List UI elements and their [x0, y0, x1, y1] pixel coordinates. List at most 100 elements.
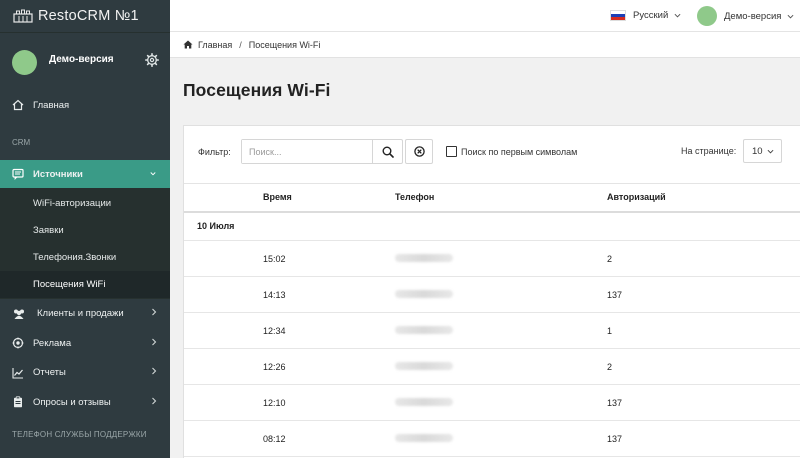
- per-page-select[interactable]: 10: [743, 139, 782, 163]
- per-page-label: На странице:: [681, 146, 737, 156]
- column-header-phone[interactable]: Телефон: [395, 183, 607, 213]
- sidebar-item-surveys[interactable]: Опросы и отзывы: [0, 388, 170, 418]
- search-input[interactable]: [242, 140, 372, 163]
- table-row[interactable]: 12:34 1: [184, 312, 800, 349]
- cell-time: 14:13: [263, 276, 395, 313]
- russia-flag-icon: [610, 10, 626, 21]
- first-chars-checkbox-group[interactable]: Поиск по первым символам: [446, 146, 577, 157]
- phone-redacted: [395, 253, 453, 262]
- sidebar-item-label: Главная: [33, 99, 70, 111]
- first-chars-label: Поиск по первым символам: [461, 146, 578, 157]
- cell-time: 12:10: [263, 384, 395, 421]
- sidebar-item-reports[interactable]: Отчеты: [0, 358, 170, 388]
- clear-filter-button[interactable]: [405, 139, 433, 164]
- app-logo[interactable]: RestoCRM №1: [0, 0, 170, 33]
- breadcrumb-current: Посещения Wi-Fi: [248, 39, 321, 50]
- sidebar-subitem-wifi-visits[interactable]: Посещения WiFi: [0, 271, 170, 298]
- table-row[interactable]: 08:12 137: [184, 420, 800, 457]
- sidebar-subitem-wifi-auth[interactable]: WiFi-авторизации: [0, 190, 170, 217]
- table-row[interactable]: 12:26 2: [184, 348, 800, 385]
- clear-icon: [413, 146, 425, 157]
- sidebar-item-label: Клиенты и продажи: [37, 308, 124, 320]
- sidebar-subitem-requests[interactable]: Заявки: [0, 217, 170, 244]
- sidebar-item-clients[interactable]: Клиенты и продажи: [0, 299, 170, 329]
- chevron-right-icon: [152, 308, 157, 316]
- table-header-spacer: [184, 183, 263, 213]
- sidebar-subitem-telephony[interactable]: Телефония.Звонки: [0, 244, 170, 271]
- search-button[interactable]: [372, 140, 402, 163]
- phone-redacted: [395, 325, 453, 334]
- cell-time: 12:26: [263, 348, 395, 385]
- sidebar-item-label: Опросы и отзывы: [33, 396, 111, 408]
- first-chars-checkbox[interactable]: [446, 146, 457, 157]
- sidebar-item-sources[interactable]: Источники: [0, 160, 170, 188]
- support-phone-label: ТЕЛЕФОН СЛУЖБЫ ПОДДЕРЖКИ: [12, 430, 147, 439]
- table-row[interactable]: 15:02 2: [184, 240, 800, 277]
- cell-auth: 137: [607, 384, 800, 421]
- cell-time: 15:02: [263, 240, 395, 277]
- chevron-right-icon: [152, 367, 157, 375]
- cell-auth: 137: [607, 276, 800, 313]
- search-box: [241, 139, 403, 164]
- cell-auth: 1: [607, 312, 800, 349]
- sidebar-item-ads[interactable]: Реклама: [0, 329, 170, 359]
- visits-table: Время Телефон Авторизаций 10 Июля 15:02 2…: [184, 183, 800, 457]
- cell-time: 12:34: [263, 312, 395, 349]
- chevron-down-icon: [674, 13, 681, 18]
- language-label: Русский: [633, 10, 669, 21]
- date-group-label: 10 Июля: [184, 211, 800, 241]
- date-group-row: 10 Июля: [184, 211, 800, 241]
- phone-redacted: [395, 397, 453, 406]
- sidebar-profile: Демо-версия: [0, 37, 170, 87]
- phone-redacted: [395, 289, 453, 298]
- topbar: Русский Демо-версия: [170, 0, 800, 32]
- table-row[interactable]: 12:10 137: [184, 384, 800, 421]
- filter-label: Фильтр:: [198, 147, 231, 157]
- avatar[interactable]: [12, 49, 37, 75]
- cell-auth: 137: [607, 420, 800, 457]
- user-name: Демо-версия: [724, 10, 782, 22]
- page-title: Посещения Wi-Fi: [183, 80, 331, 100]
- chevron-right-icon: [152, 397, 157, 404]
- home-icon: [12, 99, 24, 111]
- sidebar-item-label: Источники: [33, 168, 83, 180]
- line-chart-icon: [12, 367, 23, 379]
- breadcrumb: Главная / Посещения Wi-Fi: [170, 32, 800, 58]
- avatar: [697, 6, 717, 26]
- cell-time: 08:12: [263, 420, 395, 457]
- app-title: RestoCRM №1: [38, 8, 139, 24]
- breadcrumb-home-link[interactable]: Главная: [198, 40, 232, 50]
- cell-auth: 2: [607, 348, 800, 385]
- cell-auth: 2: [607, 240, 800, 277]
- search-icon: [382, 146, 394, 158]
- sources-submenu: WiFi-авторизации Заявки Телефония.Звонки…: [0, 188, 170, 298]
- gear-icon[interactable]: [145, 53, 159, 67]
- chevron-down-icon: [150, 172, 156, 176]
- chevron-down-icon: [787, 14, 794, 18]
- breadcrumb-separator: /: [239, 39, 242, 50]
- profile-name: Демо-версия: [49, 53, 114, 65]
- phone-redacted: [395, 433, 453, 442]
- chevron-down-icon: [767, 149, 774, 154]
- sidebar-item-home[interactable]: Главная: [0, 92, 170, 118]
- sidebar-group: Клиенты и продажи Реклама Отчеты Опросы …: [0, 298, 170, 417]
- section-label-crm: CRM: [12, 138, 31, 147]
- restaurant-logo-icon: [13, 9, 33, 23]
- table-header-row: Время Телефон Авторизаций: [184, 183, 800, 213]
- user-menu[interactable]: Демо-версия: [697, 6, 794, 26]
- column-header-time[interactable]: Время: [263, 183, 395, 213]
- visits-card: Фильтр: Поиск по первым символам На стра…: [183, 125, 800, 458]
- sidebar: RestoCRM №1 Демо-версия Главная CRM Исто…: [0, 0, 170, 458]
- table-row[interactable]: 14:13 137: [184, 276, 800, 313]
- chevron-right-icon: [152, 338, 157, 345]
- per-page-value: 10: [752, 145, 763, 157]
- sidebar-item-label: Отчеты: [33, 367, 66, 379]
- clipboard-icon: [14, 396, 22, 408]
- language-selector[interactable]: Русский: [610, 10, 681, 21]
- home-icon: [183, 40, 193, 49]
- sidebar-item-label: Реклама: [33, 337, 72, 349]
- target-icon: [12, 337, 24, 349]
- column-header-auth[interactable]: Авторизаций: [607, 183, 800, 213]
- users-icon: [14, 309, 24, 319]
- chat-icon: [12, 168, 24, 180]
